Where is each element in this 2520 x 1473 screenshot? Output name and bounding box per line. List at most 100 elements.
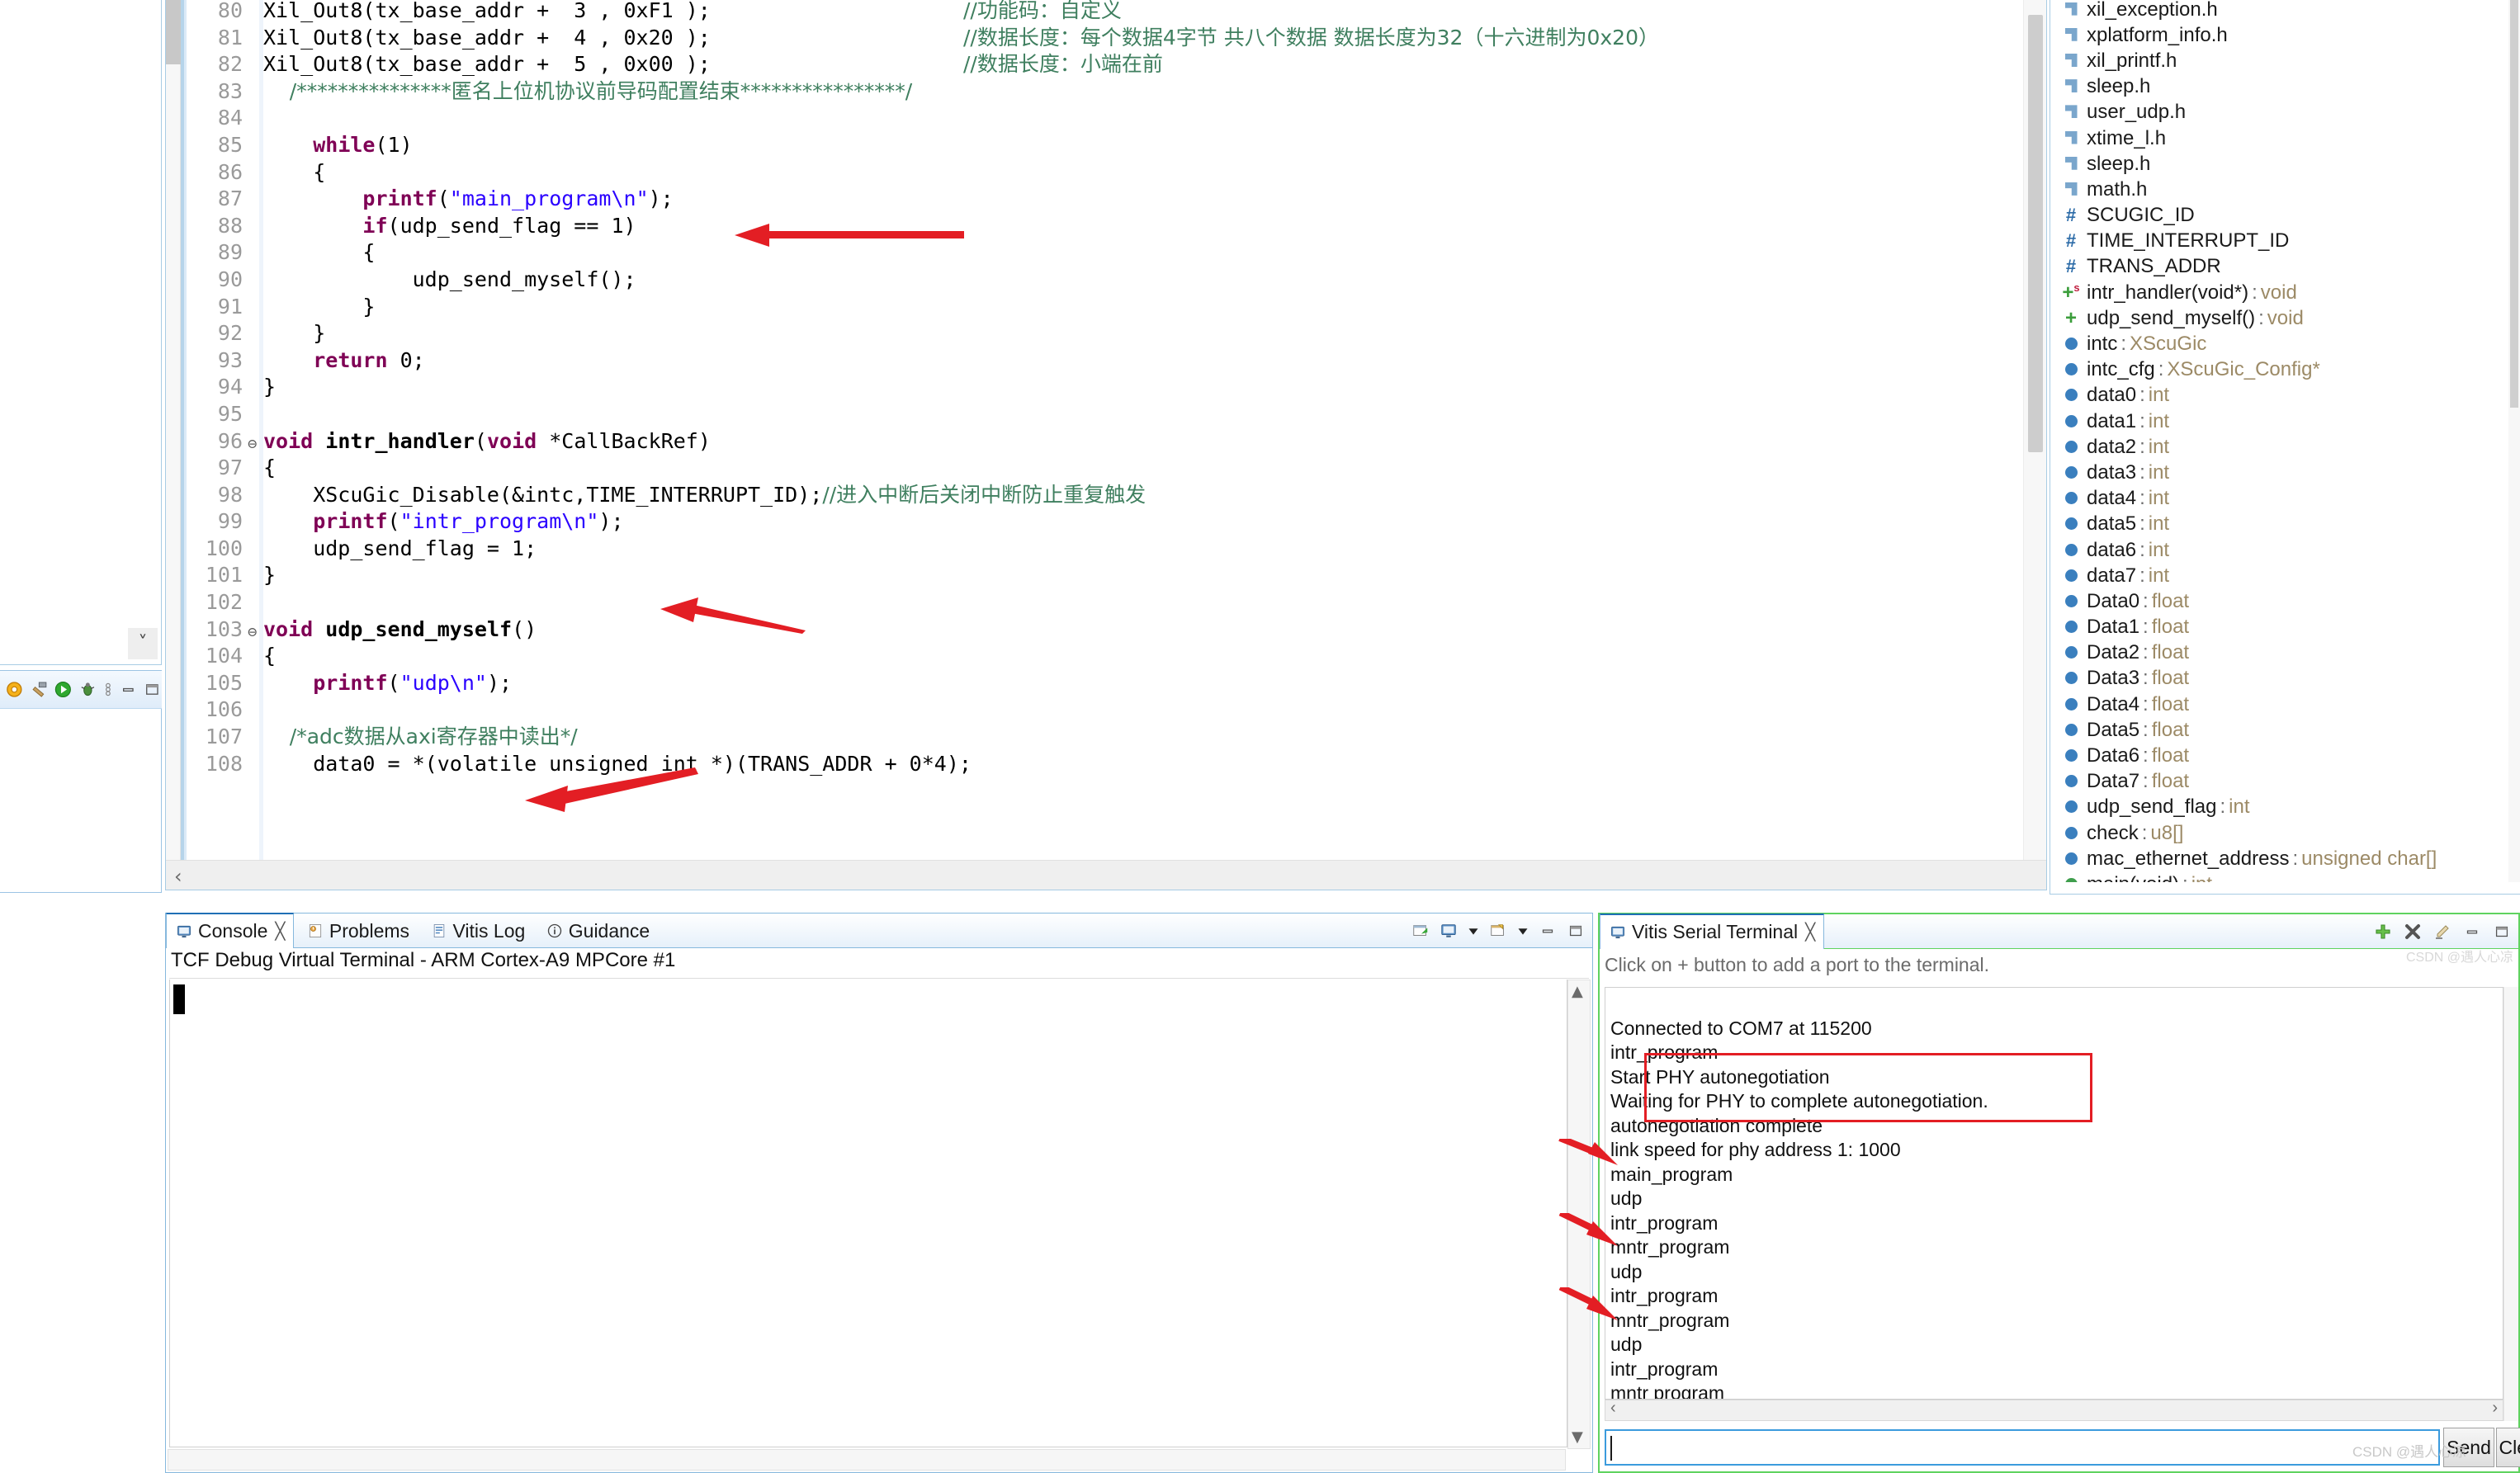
code-line[interactable]: return 0; <box>263 347 2021 375</box>
fold-marker[interactable] <box>248 564 259 592</box>
code-line[interactable]: } <box>263 374 2021 401</box>
code-line[interactable]: printf("main_program\n"); <box>263 186 2021 213</box>
outline-item[interactable]: math.h <box>2060 177 2508 202</box>
fold-marker[interactable] <box>248 404 259 431</box>
display-console-dropdown-icon[interactable] <box>1467 922 1480 940</box>
outline-item[interactable]: Data4: float <box>2060 692 2508 717</box>
scroll-left-icon[interactable]: ‹ <box>1610 1399 1616 1418</box>
fold-marker[interactable] <box>248 215 259 243</box>
maximize-icon[interactable] <box>2492 923 2512 941</box>
console-horizontal-scrollbar[interactable] <box>168 1449 1566 1471</box>
code-line[interactable]: udp_send_flag = 1; <box>263 536 2021 563</box>
outline-item[interactable]: +s intr_handler(void*): void <box>2060 280 2508 305</box>
code-line[interactable]: if(udp_send_flag == 1) <box>263 213 2021 240</box>
fold-marker[interactable] <box>248 538 259 565</box>
outline-item[interactable]: intc: XScuGic <box>2060 331 2508 356</box>
tab-guidance[interactable]: Guidance <box>537 914 658 948</box>
minimize-icon[interactable] <box>1538 922 1558 940</box>
code-line[interactable]: } <box>263 294 2021 321</box>
fold-marker[interactable] <box>248 54 259 81</box>
code-line[interactable]: { <box>263 159 2021 186</box>
editor-vertical-scrollbar[interactable] <box>2023 0 2046 890</box>
outline-item[interactable]: Data7: float <box>2060 769 2508 795</box>
maximize-icon[interactable] <box>1566 922 1586 940</box>
code-line[interactable]: void intr_handler(void *CallBackRef) <box>263 428 2021 456</box>
minimize-icon[interactable] <box>119 680 138 699</box>
code-line[interactable]: while(1) <box>263 132 2021 159</box>
chevron-down-icon[interactable]: ˅ <box>128 628 158 659</box>
console-vertical-scrollbar[interactable]: ▲ ▼ <box>1567 980 1591 1449</box>
code-line[interactable]: } <box>263 562 2021 589</box>
outline-item[interactable]: xil_printf.h <box>2060 48 2508 73</box>
outline-item[interactable]: sleep.h <box>2060 151 2508 177</box>
fold-marker[interactable] <box>248 27 259 54</box>
fold-marker[interactable] <box>248 753 259 781</box>
serial-terminal-view[interactable]: Vitis Serial Terminal ╳ Click on + butto… <box>1598 913 2520 1473</box>
code-line[interactable]: udp_send_myself(); <box>263 267 2021 294</box>
editor-fold-markers[interactable]: ⊖ ⊖ <box>248 0 259 890</box>
tab-problems[interactable]: Problems <box>298 914 418 948</box>
scroll-left-icon[interactable]: ‹ <box>174 865 182 888</box>
clear-button[interactable]: Clear <box>2496 1428 2520 1467</box>
tab-vitis-log[interactable]: Vitis Log <box>422 914 534 948</box>
outline-item[interactable]: data3: int <box>2060 460 2508 485</box>
fold-marker[interactable] <box>248 162 259 189</box>
code-line[interactable]: { <box>263 455 2021 482</box>
close-icon[interactable]: ╳ <box>275 921 285 942</box>
outline-item[interactable]: Data3: float <box>2060 666 2508 692</box>
outline-item[interactable]: mac_ethernet_address: unsigned char[] <box>2060 846 2508 871</box>
editor-code-text[interactable]: Xil_Out8(tx_base_addr + 3 , 0xF1 ); //功能码… <box>263 0 2021 890</box>
code-line[interactable] <box>263 105 2021 132</box>
outline-item[interactable]: user_udp.h <box>2060 100 2508 125</box>
fold-marker[interactable] <box>248 269 259 296</box>
fold-marker[interactable] <box>248 135 259 162</box>
outline-item[interactable]: Data0: float <box>2060 588 2508 614</box>
fold-marker[interactable] <box>248 0 259 27</box>
outline-scroll-thumb[interactable] <box>2510 0 2518 408</box>
outline-item[interactable]: Data1: float <box>2060 615 2508 640</box>
run-icon[interactable] <box>54 680 73 699</box>
serial-output[interactable]: Connected to COM7 at 115200 intr_program S… <box>1605 987 2503 1400</box>
outline-item[interactable]: data6: int <box>2060 537 2508 563</box>
settings-icon[interactable] <box>5 680 24 699</box>
code-line[interactable]: Xil_Out8(tx_base_addr + 3 , 0xF1 ); //功能码… <box>263 0 2021 25</box>
fold-marker[interactable] <box>248 592 259 619</box>
editor-horizontal-scrollbar[interactable]: ‹ <box>166 860 2046 890</box>
fold-marker[interactable]: ⊖ <box>248 619 259 646</box>
outline-item[interactable]: data1: int <box>2060 408 2508 434</box>
code-line[interactable]: void udp_send_myself() <box>263 616 2021 644</box>
outline-item[interactable]: check: u8[] <box>2060 820 2508 846</box>
code-editor[interactable]: 80 81 82 83 84 85 86 87 88 89 90 91 92 93 94 95 96 97 98 99… <box>165 0 2047 890</box>
scroll-right-icon[interactable]: › <box>2492 1399 2498 1418</box>
outline-item[interactable]: intc_cfg: XScuGic_Config* <box>2060 357 2508 383</box>
fold-marker[interactable] <box>248 81 259 108</box>
fold-marker[interactable] <box>248 726 259 753</box>
code-line[interactable]: /***************匿名上位机协议前导码配置结束**********… <box>263 78 2021 106</box>
outline-item[interactable]: Data6: float <box>2060 743 2508 768</box>
code-line[interactable]: printf("intr_program\n"); <box>263 508 2021 536</box>
serial-vertical-scrollbar[interactable] <box>2503 987 2518 1421</box>
console-output[interactable] <box>169 980 1567 1447</box>
outline-item[interactable]: data4: int <box>2060 486 2508 512</box>
outline-item[interactable]: + udp_send_myself(): void <box>2060 305 2508 331</box>
outline-item[interactable]: xil_exception.h <box>2060 0 2508 22</box>
serial-input-field[interactable] <box>1605 1429 2440 1466</box>
fold-marker[interactable] <box>248 296 259 323</box>
left-view-panel[interactable]: ˅ <box>0 0 162 665</box>
outline-vertical-scrollbar[interactable] <box>2508 0 2520 882</box>
serial-toolbar[interactable] <box>2373 918 2512 946</box>
console-toolbar[interactable] <box>1411 917 1586 945</box>
outline-view[interactable]: xil_exception.h xplatform_info.h xil_print… <box>2050 0 2520 895</box>
add-port-icon[interactable] <box>2373 922 2393 942</box>
display-console-icon[interactable] <box>1439 922 1459 940</box>
outline-item[interactable]: data7: int <box>2060 563 2508 588</box>
fold-marker[interactable]: ⊖ <box>248 431 259 458</box>
menu-icon[interactable] <box>103 680 113 699</box>
serial-horizontal-scrollbar[interactable]: ‹ › <box>1605 1399 2503 1421</box>
outline-item[interactable]: data0: int <box>2060 383 2508 408</box>
maximize-icon[interactable] <box>143 680 162 699</box>
fold-marker[interactable] <box>248 511 259 538</box>
left-toolbar-panel[interactable] <box>0 670 162 893</box>
code-line[interactable]: printf("udp\n"); <box>263 670 2021 697</box>
outline-item[interactable]: xplatform_info.h <box>2060 22 2508 48</box>
